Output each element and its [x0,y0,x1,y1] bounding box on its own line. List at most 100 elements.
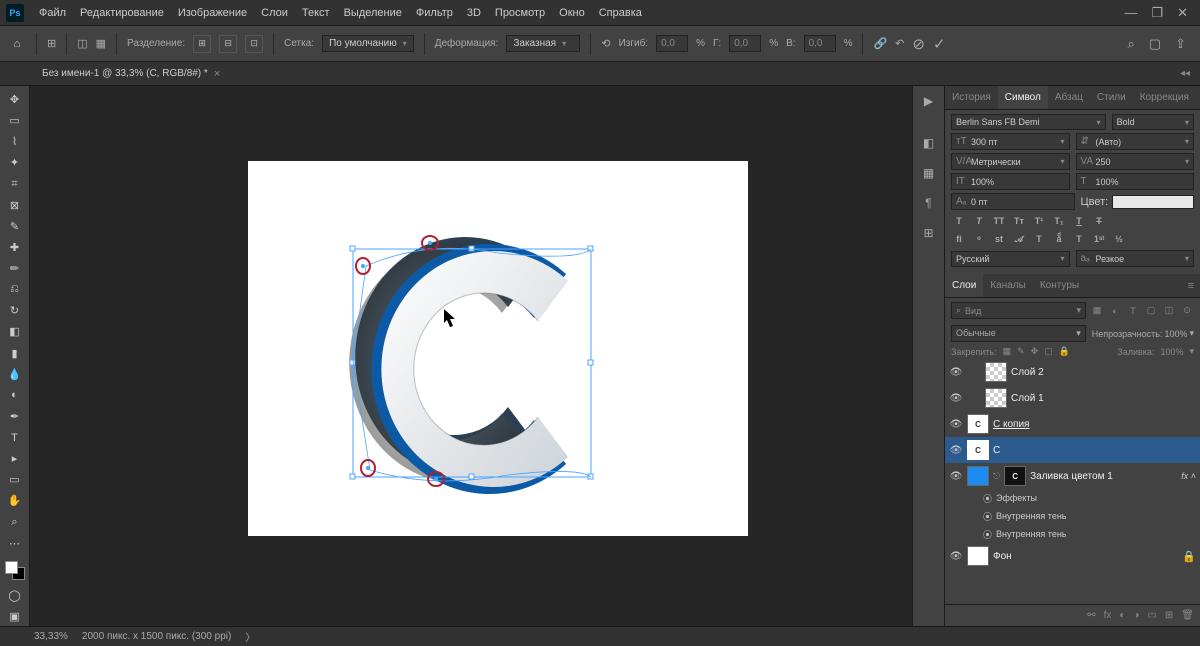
menu-file[interactable]: Файл [32,7,73,19]
allcaps-toggle[interactable]: TT [991,214,1007,228]
info-chevron-icon[interactable]: 〉 [245,629,255,644]
screenmode-tool[interactable]: ▣ [3,607,27,626]
smallcaps-toggle[interactable]: Tᴛ [1011,214,1027,228]
filter-shape-icon[interactable]: ▢ [1144,304,1158,318]
font-size-input[interactable]: тT300 пт▾ [951,133,1070,150]
fill-input[interactable]: 100% [1160,347,1183,357]
menu-window[interactable]: Окно [552,7,592,19]
glyphs-icon[interactable]: ⊞ [918,222,940,244]
contextual-toggle[interactable]: ᵒ [971,232,987,246]
layer-effect-item[interactable]: ⦿ Внутренняя тень [945,507,1200,525]
history-brush-tool[interactable]: ↻ [3,301,27,320]
dodge-tool[interactable]: ◐ [3,386,27,405]
share-icon[interactable]: ⇪ [1175,36,1186,52]
close-button[interactable]: ✕ [1177,5,1188,21]
layer-row[interactable]: 👁 C С [945,437,1200,463]
layer-name[interactable]: С копия [993,419,1196,430]
document-tab[interactable]: Без имени-1 @ 33,3% (C, RGB/8#) * × [34,68,228,80]
shape-tool[interactable]: ▭ [3,470,27,489]
mask-icon[interactable]: ◐ [1119,610,1125,621]
menu-view[interactable]: Просмотр [488,7,552,19]
bend-input[interactable]: 0,0 [656,35,688,52]
visibility-toggle[interactable]: 👁 [949,445,963,456]
brush-tool[interactable]: ✏ [3,259,27,278]
deform-dropdown[interactable]: Заказная▾ [506,35,580,52]
layer-thumb[interactable] [967,466,989,486]
layer-thumb[interactable] [967,546,989,566]
color-icon[interactable]: ◧ [918,132,940,154]
superscript-toggle[interactable]: T¹ [1031,214,1047,228]
filter-smart-icon[interactable]: ◫ [1162,304,1176,318]
lock-nest-icon[interactable]: ▢ [1044,346,1053,357]
stylistic2-toggle[interactable]: T [1071,232,1087,246]
first-toggle[interactable]: 1ˢᵗ [1091,232,1107,246]
kerning-dropdown[interactable]: V/AМетрически▾ [951,153,1070,170]
bold-toggle[interactable]: T [951,214,967,228]
layer-row[interactable]: 👁 ⎋ C Заливка цветом 1 fx ˄ [945,463,1200,489]
link-layers-icon[interactable]: ⚯ [1087,610,1095,621]
canvas-area[interactable] [30,86,912,626]
hand-tool[interactable]: ✋ [3,491,27,510]
ligatures-toggle[interactable]: fi [951,232,967,246]
panel-menu-icon[interactable]: ≡ [1196,92,1200,104]
adjustment-icon[interactable]: ◑ [1133,610,1139,621]
pen-tool[interactable]: ✒ [3,407,27,426]
magic-wand-tool[interactable]: ✦ [3,153,27,172]
grid-preset-icon[interactable]: ◫ [77,37,87,50]
grid-dropdown[interactable]: По умолчанию▾ [322,35,414,52]
maximize-button[interactable]: ❐ [1151,5,1163,21]
path-select-tool[interactable]: ▸ [3,449,27,468]
menu-select[interactable]: Выделение [337,7,409,19]
titling-toggle[interactable]: T [1031,232,1047,246]
zoom-level[interactable]: 33,33% [34,631,68,642]
menu-edit[interactable]: Редактирование [73,7,171,19]
tab-character[interactable]: Символ [998,86,1048,109]
visibility-toggle[interactable]: 👁 [949,471,963,482]
subscript-toggle[interactable]: T₁ [1051,214,1067,228]
layer-name[interactable]: С [993,445,1196,456]
tab-paths[interactable]: Контуры [1033,274,1086,297]
layer-row[interactable]: 👁 Слой 2 [945,359,1200,385]
delete-icon[interactable]: 🗑 [1181,610,1194,621]
undo-icon[interactable]: ↶ [895,37,904,50]
tab-paragraph[interactable]: Абзац [1048,86,1090,109]
layer-filter-dropdown[interactable]: ⌕ Вид▾ [951,302,1086,319]
visibility-toggle[interactable]: 👁 [949,419,963,430]
split-cross-icon[interactable]: ⊡ [245,35,263,53]
search-icon[interactable]: ⌕ [1128,36,1135,52]
clone-tool[interactable]: ⎌ [3,280,27,299]
commit-icon[interactable]: ✓ [933,35,946,53]
lock-paint-icon[interactable]: ✎ [1017,346,1025,357]
play-icon[interactable]: ▶ [918,90,940,112]
marquee-tool[interactable]: ▭ [3,111,27,130]
healing-tool[interactable]: ✚ [3,238,27,257]
font-style-dropdown[interactable]: Bold▾ [1112,114,1194,130]
language-dropdown[interactable]: Русский▾ [951,251,1070,267]
link-icon[interactable]: 🔗 [873,37,887,50]
menu-help[interactable]: Справка [592,7,649,19]
filter-toggle-icon[interactable]: ⊙ [1180,304,1194,318]
layers-menu-icon[interactable]: ≡ [1182,280,1200,292]
font-family-dropdown[interactable]: Berlin Sans FB Demi▾ [951,114,1106,130]
lock-move-icon[interactable]: ✥ [1031,346,1039,357]
antialias-dropdown[interactable]: aₐРезкое▾ [1076,250,1195,267]
hscale-input[interactable]: T100% [1076,173,1195,190]
fx-icon[interactable]: fx [1104,610,1112,621]
frame-tool[interactable]: ⊠ [3,196,27,215]
tab-adjustments[interactable]: Коррекция [1133,86,1196,109]
zoom-tool[interactable]: ⌕ [3,513,27,532]
home-icon[interactable]: ⌂ [8,35,26,53]
layer-effect-item[interactable]: ⦿ Внутренняя тень [945,525,1200,543]
v-input[interactable]: 0,0 [804,35,836,52]
quickmask-tool[interactable]: ◯ [3,586,27,605]
color-swatches[interactable] [5,561,25,580]
layer-thumb[interactable]: C [967,414,989,434]
leading-input[interactable]: ⇵(Авто)▾ [1076,133,1195,150]
layer-row[interactable]: 👁 C С копия [945,411,1200,437]
italic-toggle[interactable]: T [971,214,987,228]
eraser-tool[interactable]: ◧ [3,322,27,341]
lock-trans-icon[interactable]: ▦ [1003,346,1012,357]
layer-name[interactable]: Фон [993,551,1178,562]
new-layer-icon[interactable]: ⊞ [1165,610,1173,621]
baseline-input[interactable]: Aₐ0 пт [951,193,1075,210]
